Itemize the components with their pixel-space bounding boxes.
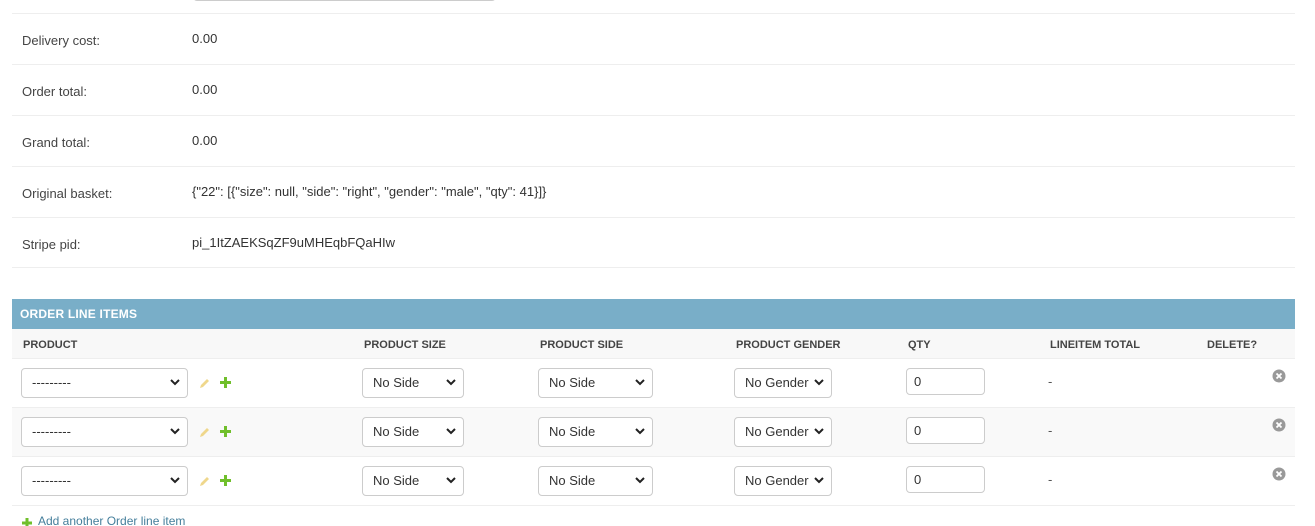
field-value: 0.00 [192, 133, 218, 148]
qty-input[interactable]: 0 [906, 417, 985, 444]
product-select[interactable]: --------- [21, 417, 188, 447]
column-header-product-side: Product Side [540, 339, 624, 351]
add-row-container: Add another Order line item [12, 508, 1295, 526]
product-size-select[interactable]: No Side [362, 466, 464, 496]
inline-group-title: Order Line Items [12, 299, 1295, 329]
field-label: Delivery cost: [22, 33, 101, 48]
column-header-product: Product [23, 339, 78, 351]
pencil-icon[interactable] [199, 377, 211, 389]
readonly-fields: Delivery cost: 0.00 Order total: 0.00 Gr… [12, 13, 1295, 268]
field-row-original-basket: Original basket: {"22": [{"size": null, … [12, 166, 1295, 217]
plus-icon[interactable] [22, 516, 32, 526]
product-size-select[interactable]: No Side [362, 368, 464, 398]
field-row-order-total: Order total: 0.00 [12, 64, 1295, 115]
chevron-down-icon [814, 424, 824, 438]
chevron-down-icon [635, 473, 645, 487]
delete-circle-icon[interactable] [1272, 418, 1286, 432]
plus-icon[interactable] [220, 425, 231, 437]
product-gender-value: No Gender [745, 424, 809, 439]
line-item-row: --------- No Side No Side No Gender 0 - [12, 359, 1295, 408]
chevron-down-icon [814, 375, 824, 389]
field-value: 0.00 [192, 82, 218, 97]
field-value: {"22": [{"size": null, "side": "right", … [192, 184, 547, 199]
product-gender-value: No Gender [745, 473, 809, 488]
product-select-value: --------- [32, 424, 71, 439]
chevron-down-icon [814, 473, 824, 487]
previous-field-input [193, 0, 496, 1]
field-row-grand-total: Grand total: 0.00 [12, 115, 1295, 166]
chevron-down-icon [446, 473, 456, 487]
product-size-value: No Side [373, 424, 420, 439]
column-header-product-size: Product Size [364, 339, 446, 351]
chevron-down-icon [635, 424, 645, 438]
product-side-select[interactable]: No Side [538, 466, 653, 496]
product-select-value: --------- [32, 473, 71, 488]
qty-input[interactable]: 0 [906, 466, 985, 493]
inline-column-headers: Product Product Size Product Side Produc… [12, 329, 1295, 359]
product-select-value: --------- [32, 375, 71, 390]
product-gender-select[interactable]: No Gender [734, 368, 832, 398]
product-gender-value: No Gender [745, 375, 809, 390]
chevron-down-icon [170, 473, 180, 487]
product-gender-select[interactable]: No Gender [734, 417, 832, 447]
plus-icon[interactable] [220, 376, 231, 388]
product-size-value: No Side [373, 473, 420, 488]
lineitem-total-value: - [1048, 472, 1053, 487]
column-header-lineitem-total: Lineitem Total [1050, 339, 1141, 351]
order-line-items-inline: Order Line Items Product Product Size Pr… [12, 299, 1295, 506]
pencil-icon[interactable] [199, 426, 211, 438]
product-size-value: No Side [373, 375, 420, 390]
field-value: pi_1ItZAEKSqZF9uMHEqbFQaHIw [192, 235, 396, 250]
add-another-line-item-link[interactable]: Add another Order line item [38, 514, 185, 526]
chevron-down-icon [170, 424, 180, 438]
delete-circle-icon[interactable] [1272, 467, 1286, 481]
field-value: 0.00 [192, 31, 218, 46]
product-side-select[interactable]: No Side [538, 417, 653, 447]
product-side-value: No Side [549, 375, 596, 390]
product-side-select[interactable]: No Side [538, 368, 653, 398]
field-label: Grand total: [22, 135, 90, 150]
column-header-delete: Delete? [1207, 339, 1258, 351]
lineitem-total-value: - [1048, 423, 1053, 438]
pencil-icon[interactable] [199, 475, 211, 487]
qty-input[interactable]: 0 [906, 368, 985, 395]
field-label: Order total: [22, 84, 88, 99]
product-side-value: No Side [549, 473, 596, 488]
line-item-row: --------- No Side No Side No Gender 0 - [12, 457, 1295, 506]
chevron-down-icon [170, 375, 180, 389]
field-row-stripe-pid: Stripe pid: pi_1ItZAEKSqZF9uMHEqbFQaHIw [12, 217, 1295, 268]
field-label: Original basket: [22, 186, 113, 201]
delete-circle-icon[interactable] [1272, 369, 1286, 383]
product-gender-select[interactable]: No Gender [734, 466, 832, 496]
line-item-row: --------- No Side No Side No Gender 0 - [12, 408, 1295, 457]
chevron-down-icon [446, 424, 456, 438]
product-select[interactable]: --------- [21, 466, 188, 496]
chevron-down-icon [635, 375, 645, 389]
lineitem-total-value: - [1048, 374, 1053, 389]
column-header-product-gender: Product Gender [736, 339, 841, 351]
product-size-select[interactable]: No Side [362, 417, 464, 447]
field-row-delivery-cost: Delivery cost: 0.00 [12, 13, 1295, 64]
product-side-value: No Side [549, 424, 596, 439]
column-header-qty: Qty [908, 339, 931, 351]
plus-icon[interactable] [220, 474, 231, 486]
field-label: Stripe pid: [22, 237, 81, 252]
chevron-down-icon [446, 375, 456, 389]
product-select[interactable]: --------- [21, 368, 188, 398]
